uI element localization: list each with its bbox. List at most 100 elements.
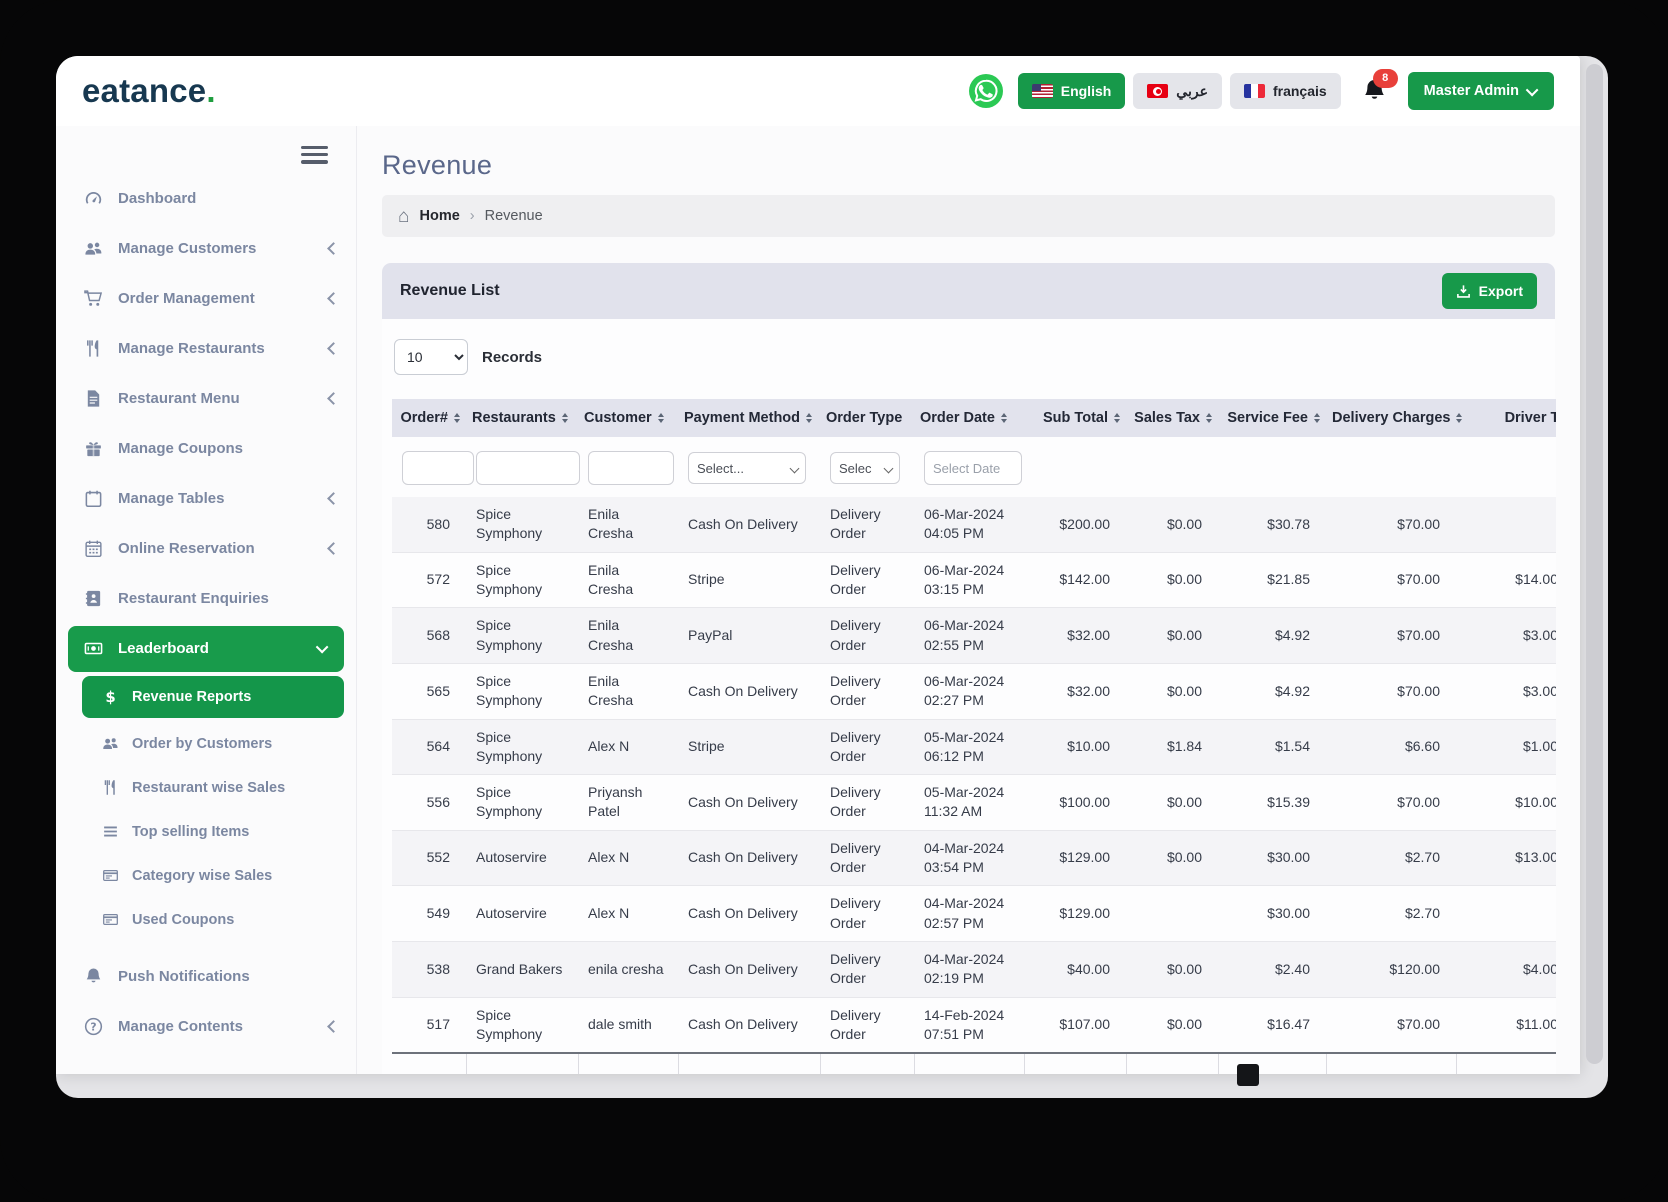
sidebar-item-leaderboard[interactable]: Leaderboard [68, 626, 344, 672]
app-logo[interactable]: eatance. [82, 72, 216, 110]
cell-driver-tip: $11.00 [1456, 997, 1556, 1053]
sidebar-item-manage-contents[interactable]: ?Manage Contents [56, 1002, 356, 1052]
language-label: عربي [1176, 83, 1208, 100]
filter-restaurants-input[interactable] [476, 451, 580, 485]
sidebar-item-manage-restaurants[interactable]: Manage Restaurants [56, 324, 356, 374]
card-header: Revenue List Export [382, 263, 1555, 319]
cell-order: 568 [392, 608, 466, 664]
sidebar-toggle-icon[interactable] [301, 146, 328, 164]
page-vertical-scrollbar[interactable] [1586, 64, 1603, 1064]
cell-restaurants: Spice Symphony [466, 663, 578, 719]
sort-icon [658, 413, 664, 423]
cell-delivery-charges: $70.00 [1326, 497, 1456, 552]
column-header-delivery-charges[interactable]: Delivery Charges [1326, 399, 1456, 437]
column-header-sales-tax[interactable]: Sales Tax [1126, 399, 1218, 437]
screen: eatance. English عربي français [56, 56, 1608, 1098]
card-icon [102, 867, 119, 884]
download-icon [1456, 284, 1471, 299]
cell-order-type: Delivery Order [820, 942, 914, 998]
column-label: Driver Tip [1505, 410, 1556, 426]
sidebar-item-order-management[interactable]: Order Management [56, 274, 356, 324]
sidebar-item-restaurant-enquiries[interactable]: Restaurant Enquiries [56, 574, 356, 624]
filter-customer-input[interactable] [588, 451, 674, 485]
total-cell-order-type [820, 1053, 914, 1074]
cell-driver-tip: $3.00 [1456, 663, 1556, 719]
language-button-tn[interactable]: عربي [1133, 73, 1222, 109]
sidebar-item-label: Restaurant Enquiries [118, 590, 338, 607]
bell-icon [84, 967, 103, 986]
question-icon: ? [84, 1017, 103, 1036]
column-header-service-fee[interactable]: Service Fee [1218, 399, 1326, 437]
sidebar-item-label: Manage Tables [118, 490, 329, 507]
language-switcher: English عربي français [1018, 73, 1341, 109]
sidebar-subitem-label: Order by Customers [132, 736, 338, 752]
cell-driver-tip [1456, 497, 1556, 552]
sidebar-item-push-notifications[interactable]: Push Notifications [56, 952, 356, 1002]
cell-sales-tax: $0.00 [1126, 608, 1218, 664]
logo-text: eatance [82, 72, 206, 109]
filter-order-type-select[interactable]: Selec [830, 452, 900, 484]
cell-sales-tax: $0.00 [1126, 552, 1218, 608]
profile-menu-button[interactable]: Master Admin [1408, 72, 1554, 110]
column-label: Restaurants [472, 410, 556, 426]
table-row: 568Spice SymphonyEnila CreshaPayPalDeliv… [392, 608, 1556, 664]
total-cell-driver-tip: $632.5 [1456, 1053, 1556, 1074]
column-label: Service Fee [1227, 410, 1308, 426]
top-header: eatance. English عربي français [56, 56, 1580, 126]
cell-delivery-charges: $2.70 [1326, 830, 1456, 886]
main-content: Revenue ⌂ Home › Revenue Revenue List Ex… [357, 126, 1580, 1074]
table-row: 556Spice SymphonyPriyansh PatelCash On D… [392, 775, 1556, 831]
sidebar-subitem-category-wise-sales[interactable]: Category wise Sales [56, 854, 356, 898]
sidebar-item-manage-tables[interactable]: Manage Tables [56, 474, 356, 524]
column-header-restaurants[interactable]: Restaurants [466, 399, 578, 437]
export-button[interactable]: Export [1442, 273, 1537, 309]
sidebar-item-online-reservation[interactable]: Online Reservation [56, 524, 356, 574]
table-row: 549AutoservireAlex NCash On DeliveryDeli… [392, 886, 1556, 942]
chevron-left-icon [327, 492, 340, 505]
sidebar-subitem-revenue-reports[interactable]: $Revenue Reports [82, 676, 344, 718]
sidebar-item-restaurant-menu[interactable]: Restaurant Menu [56, 374, 356, 424]
cell-restaurants: Spice Symphony [466, 608, 578, 664]
whatsapp-icon[interactable] [968, 73, 1004, 109]
column-header-customer[interactable]: Customer [578, 399, 678, 437]
breadcrumb-home-link[interactable]: Home [419, 208, 459, 224]
column-header-sub-total[interactable]: Sub Total [1024, 399, 1126, 437]
cell-restaurants: Spice Symphony [466, 497, 578, 552]
sidebar-item-dashboard[interactable]: Dashboard [56, 174, 356, 224]
cell-delivery-charges: $6.60 [1326, 719, 1456, 775]
sidebar-subitem-restaurant-wise-sales[interactable]: Restaurant wise Sales [56, 766, 356, 810]
utensils-icon [102, 779, 119, 796]
gift-icon [84, 439, 103, 458]
cell-payment-method: Stripe [678, 552, 820, 608]
cell-order-type: Delivery Order [820, 775, 914, 831]
column-label: Order Date [920, 410, 995, 426]
cell-sales-tax: $0.00 [1126, 997, 1218, 1053]
filter-order-date-input[interactable] [924, 451, 1022, 485]
calendar-icon [84, 539, 103, 558]
column-header-payment-method[interactable]: Payment Method [678, 399, 820, 437]
sidebar-item-manage-coupons[interactable]: Manage Coupons [56, 424, 356, 474]
cell-driver-tip: $1.00 [1456, 719, 1556, 775]
sidebar-subitem-used-coupons[interactable]: Used Coupons [56, 898, 356, 942]
sidebar-item-manage-customers[interactable]: Manage Customers [56, 224, 356, 274]
cell-payment-method: Cash On Delivery [678, 997, 820, 1053]
cutoff-pagination-element[interactable] [1237, 1064, 1259, 1086]
sidebar-subitem-top-selling-items[interactable]: Top selling Items [56, 810, 356, 854]
cell-sub-total: $129.00 [1024, 830, 1126, 886]
cell-order: 565 [392, 663, 466, 719]
sidebar-item-label: Manage Customers [118, 240, 329, 257]
filter-payment-select[interactable]: Select... [688, 452, 806, 484]
cell-customer: Enila Cresha [578, 552, 678, 608]
column-header-order[interactable]: Order# [392, 399, 466, 437]
users-icon [84, 239, 103, 258]
sidebar-subitem-label: Restaurant wise Sales [132, 780, 338, 796]
language-button-us[interactable]: English [1018, 73, 1126, 109]
language-button-fr[interactable]: français [1230, 73, 1341, 109]
home-icon: ⌂ [398, 207, 409, 226]
sort-icon [806, 413, 812, 423]
filter-order-input[interactable] [402, 451, 474, 485]
notifications-bell[interactable]: 8 [1361, 78, 1388, 105]
records-per-page-select[interactable]: 10 [394, 339, 468, 375]
column-header-order-date[interactable]: Order Date [914, 399, 1024, 437]
sidebar-subitem-order-by-customers[interactable]: Order by Customers [56, 722, 356, 766]
